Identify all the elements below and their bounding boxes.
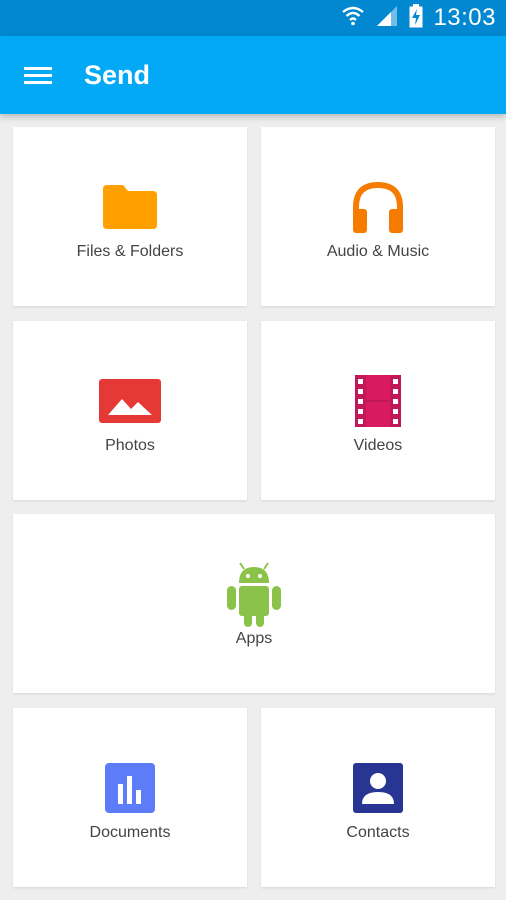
hamburger-menu-icon[interactable] — [24, 61, 54, 89]
status-bar: 13:03 — [0, 0, 506, 36]
page-title: Send — [84, 60, 151, 90]
battery-charging-icon — [409, 3, 423, 33]
tile-audio-music[interactable]: Audio & Music — [261, 127, 495, 306]
app-bar: Send — [0, 36, 506, 114]
signal-icon — [375, 5, 399, 32]
category-grid: Files & Folders Audio & Music Photos Vid… — [0, 114, 506, 900]
tile-files-folders[interactable]: Files & Folders — [13, 127, 247, 306]
tile-label: Photos — [105, 437, 155, 454]
android-icon — [214, 554, 294, 634]
document-chart-icon — [90, 748, 170, 828]
tile-label: Files & Folders — [76, 243, 184, 260]
tile-videos[interactable]: Videos — [261, 321, 495, 500]
status-time: 13:03 — [433, 4, 496, 31]
headphones-icon — [338, 167, 418, 247]
status-icons: 13:03 — [341, 0, 496, 36]
tile-documents[interactable]: Documents — [13, 708, 247, 887]
tile-contacts[interactable]: Contacts — [261, 708, 495, 887]
tile-label: Contacts — [346, 824, 410, 841]
tile-label: Documents — [89, 824, 171, 841]
tile-label: Audio & Music — [326, 243, 430, 260]
film-icon — [338, 361, 418, 441]
image-icon — [90, 361, 170, 441]
tile-label: Videos — [353, 437, 403, 454]
tile-photos[interactable]: Photos — [13, 321, 247, 500]
wifi-icon — [341, 5, 365, 32]
tile-apps[interactable]: Apps — [13, 514, 495, 693]
tile-label: Apps — [235, 630, 273, 647]
contact-icon — [338, 748, 418, 828]
folder-icon — [90, 167, 170, 247]
